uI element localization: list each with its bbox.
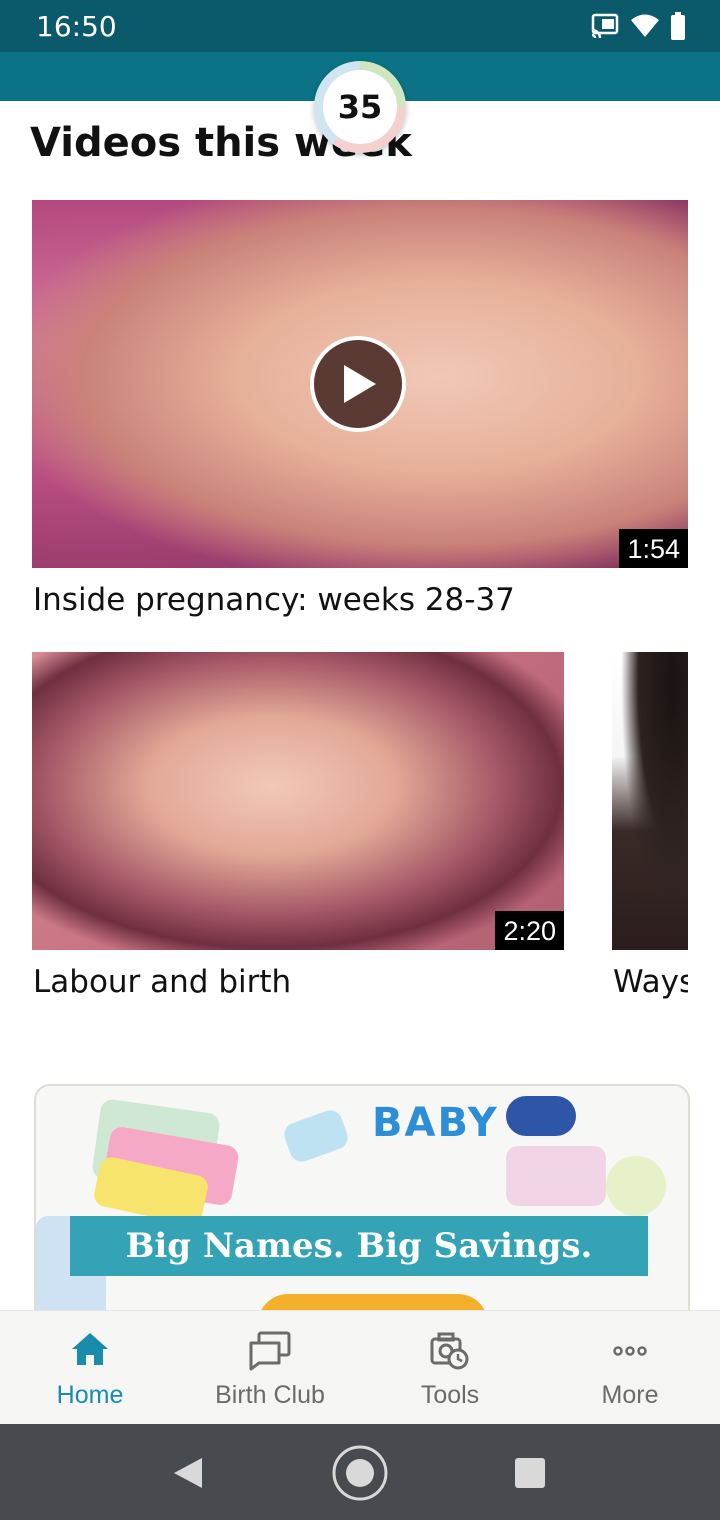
nav-tools[interactable]: Tools [360, 1311, 540, 1425]
more-dots-icon [613, 1346, 647, 1356]
ad-headline: Big Names. Big Savings. [70, 1216, 648, 1276]
nav-home-label: Home [56, 1381, 124, 1409]
nav-birth-club-label: Birth Club [215, 1381, 325, 1409]
nav-birth-club[interactable]: Birth Club [180, 1311, 360, 1425]
back-icon[interactable] [172, 1456, 204, 1490]
video-duration: 2:20 [495, 911, 564, 950]
home-icon [72, 1333, 108, 1365]
video-duration: 1:54 [619, 529, 688, 568]
video-title[interactable]: Inside pregnancy: weeks 28-37 [33, 582, 693, 618]
week-number: 35 [323, 70, 397, 144]
tools-icon [430, 1332, 469, 1370]
status-icons [590, 12, 686, 40]
ad-baby-blocks: BABY [372, 1100, 499, 1146]
bottom-navigation: Home Birth Club Tools More [0, 1310, 720, 1425]
status-bar: 16:50 [0, 0, 720, 52]
system-navigation-bar [0, 1424, 720, 1520]
battery-icon [671, 12, 685, 40]
video-thumbnail-ways[interactable] [612, 652, 688, 950]
recents-icon[interactable] [514, 1457, 546, 1489]
nav-more-label: More [601, 1381, 659, 1409]
chat-bubbles-icon [249, 1331, 291, 1371]
status-time: 16:50 [36, 10, 117, 43]
home-circle-icon[interactable] [331, 1444, 389, 1502]
nav-more[interactable]: More [540, 1311, 720, 1425]
video-thumbnail-inside-pregnancy[interactable]: 1:54 [32, 200, 688, 568]
pregnancy-week-badge[interactable]: 35 [314, 61, 406, 153]
ad-shoes-image [506, 1096, 576, 1136]
ad-clothes-image [506, 1146, 606, 1206]
nav-home[interactable]: Home [0, 1311, 180, 1425]
ad-spoons-image [606, 1156, 666, 1216]
ad-ribbon-image [280, 1106, 352, 1166]
cast-icon [591, 13, 619, 39]
nav-tools-label: Tools [420, 1381, 480, 1409]
video-thumbnail-labour-and-birth[interactable]: 2:20 [32, 652, 564, 950]
video-title[interactable]: Ways [613, 964, 688, 1000]
wifi-icon [631, 14, 659, 37]
video-title[interactable]: Labour and birth [33, 964, 573, 1000]
play-icon [344, 365, 376, 403]
play-button[interactable] [310, 336, 406, 432]
ad-banner[interactable]: BABY Big Names. Big Savings. [34, 1084, 690, 1328]
